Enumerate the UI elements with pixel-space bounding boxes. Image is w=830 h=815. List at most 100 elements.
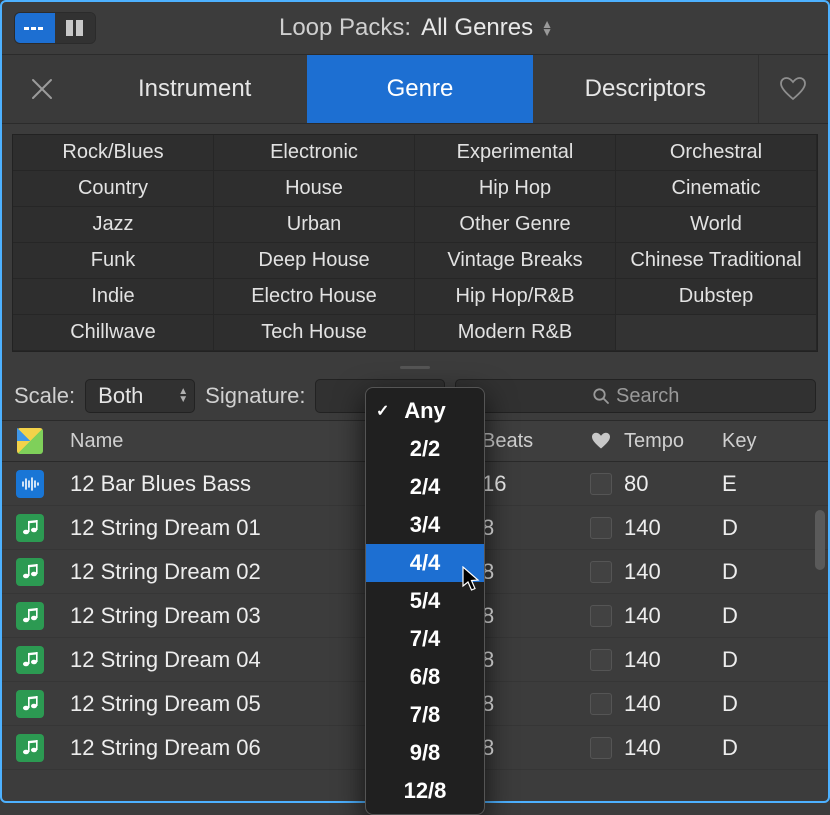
- loop-key: D: [722, 691, 810, 717]
- close-icon[interactable]: [2, 55, 82, 123]
- loop-tempo: 140: [624, 515, 722, 541]
- genre-world[interactable]: World: [616, 207, 817, 243]
- loop-beats: 8: [482, 515, 578, 541]
- midi-note-icon: [16, 558, 44, 586]
- signature-option-2-2[interactable]: 2/2: [366, 430, 484, 468]
- updown-caret-icon: ▲▼: [541, 20, 553, 36]
- loop-packs-label: Loop Packs:: [279, 14, 411, 42]
- favorite-checkbox[interactable]: [590, 693, 612, 715]
- signature-option-Any[interactable]: ✓Any: [366, 392, 484, 430]
- genre-country[interactable]: Country: [13, 171, 214, 207]
- signature-menu[interactable]: ✓Any 2/2 2/4 3/4 4/4 5/4 7/4 6/8 7/8 9/8 12/8: [365, 387, 485, 815]
- signature-option-label: 3/4: [410, 512, 441, 538]
- loop-tempo: 140: [624, 559, 722, 585]
- genre-empty: [616, 315, 817, 351]
- signature-option-3-4[interactable]: 3/4: [366, 506, 484, 544]
- search-icon: [592, 387, 610, 405]
- genre-vintage-breaks[interactable]: Vintage Breaks: [415, 243, 616, 279]
- loop-beats: 8: [482, 691, 578, 717]
- signature-option-label: 9/8: [410, 740, 441, 766]
- signature-option-label: 5/4: [410, 588, 441, 614]
- midi-note-icon: [16, 514, 44, 542]
- genre-other-genre[interactable]: Other Genre: [415, 207, 616, 243]
- scrollbar-thumb[interactable]: [815, 510, 825, 570]
- genre-rock-blues[interactable]: Rock/Blues: [13, 135, 214, 171]
- signature-option-label: 2/4: [410, 474, 441, 500]
- genre-jazz[interactable]: Jazz: [13, 207, 214, 243]
- signature-option-label: 2/2: [410, 436, 441, 462]
- genre-house[interactable]: House: [214, 171, 415, 207]
- column-tempo[interactable]: Tempo: [624, 430, 722, 453]
- genre-grid: Rock/BluesElectronicExperimentalOrchestr…: [12, 134, 818, 352]
- genre-urban[interactable]: Urban: [214, 207, 415, 243]
- signature-option-label: Any: [404, 398, 446, 424]
- favorite-checkbox[interactable]: [590, 737, 612, 759]
- genre-tech-house[interactable]: Tech House: [214, 315, 415, 351]
- midi-note-icon: [16, 602, 44, 630]
- favorite-checkbox[interactable]: [590, 605, 612, 627]
- signature-option-5-4[interactable]: 5/4: [366, 582, 484, 620]
- signature-option-7-8[interactable]: 7/8: [366, 696, 484, 734]
- genre-chillwave[interactable]: Chillwave: [13, 315, 214, 351]
- column-key[interactable]: Key: [722, 430, 810, 453]
- genre-indie[interactable]: Indie: [13, 279, 214, 315]
- midi-note-icon: [16, 690, 44, 718]
- signature-option-9-8[interactable]: 9/8: [366, 734, 484, 772]
- genre-electronic[interactable]: Electronic: [214, 135, 415, 171]
- genre-dubstep[interactable]: Dubstep: [616, 279, 817, 315]
- genre-funk[interactable]: Funk: [13, 243, 214, 279]
- genre-deep-house[interactable]: Deep House: [214, 243, 415, 279]
- loop-tempo: 140: [624, 691, 722, 717]
- resize-handle[interactable]: [2, 362, 828, 372]
- signature-option-label: 12/8: [404, 778, 447, 804]
- genre-experimental[interactable]: Experimental: [415, 135, 616, 171]
- loop-key: D: [722, 647, 810, 673]
- loop-tempo: 140: [624, 647, 722, 673]
- loop-packs-value: All Genres: [421, 14, 533, 42]
- scale-select[interactable]: Both ▲▼: [85, 379, 195, 413]
- loop-key: E: [722, 471, 810, 497]
- favorite-checkbox[interactable]: [590, 649, 612, 671]
- genre-cinematic[interactable]: Cinematic: [616, 171, 817, 207]
- signature-option-label: 7/4: [410, 626, 441, 652]
- genre-electro-house[interactable]: Electro House: [214, 279, 415, 315]
- tab-genre[interactable]: Genre: [307, 55, 532, 123]
- search-placeholder: Search: [616, 385, 679, 408]
- loop-packs-select[interactable]: All Genres ▲▼: [421, 14, 553, 42]
- signature-option-label: 7/8: [410, 702, 441, 728]
- genre-hip-hop-r-b[interactable]: Hip Hop/R&B: [415, 279, 616, 315]
- genre-orchestral[interactable]: Orchestral: [616, 135, 817, 171]
- view-toggle[interactable]: [14, 12, 96, 44]
- genre-hip-hop[interactable]: Hip Hop: [415, 171, 616, 207]
- signature-option-4-4[interactable]: 4/4: [366, 544, 484, 582]
- genre-modern-r-b[interactable]: Modern R&B: [415, 315, 616, 351]
- signature-option-7-4[interactable]: 7/4: [366, 620, 484, 658]
- loop-tempo: 80: [624, 471, 722, 497]
- favorite-checkbox[interactable]: [590, 517, 612, 539]
- view-button-grid[interactable]: [15, 13, 55, 43]
- signature-option-6-8[interactable]: 6/8: [366, 658, 484, 696]
- favorite-checkbox[interactable]: [590, 473, 612, 495]
- loop-beats: 16: [482, 471, 578, 497]
- loop-tempo: 140: [624, 603, 722, 629]
- loop-beats: 8: [482, 559, 578, 585]
- signature-option-2-4[interactable]: 2/4: [366, 468, 484, 506]
- loop-category-icon[interactable]: [17, 428, 43, 454]
- favorite-checkbox[interactable]: [590, 561, 612, 583]
- tab-instrument[interactable]: Instrument: [82, 55, 307, 123]
- view-button-columns[interactable]: [55, 13, 95, 43]
- signature-option-12-8[interactable]: 12/8: [366, 772, 484, 810]
- favorites-icon[interactable]: [758, 55, 828, 123]
- column-favorite[interactable]: [578, 432, 624, 450]
- genre-chinese-traditional[interactable]: Chinese Traditional: [616, 243, 817, 279]
- column-beats[interactable]: Beats: [482, 430, 578, 453]
- midi-note-icon: [16, 734, 44, 762]
- scale-value: Both: [98, 383, 143, 409]
- loop-key: D: [722, 515, 810, 541]
- loop-key: D: [722, 735, 810, 761]
- search-input[interactable]: Search: [455, 379, 816, 413]
- tab-descriptors[interactable]: Descriptors: [533, 55, 758, 123]
- signature-label: Signature:: [205, 383, 305, 409]
- midi-note-icon: [16, 646, 44, 674]
- waveform-icon: [16, 470, 44, 498]
